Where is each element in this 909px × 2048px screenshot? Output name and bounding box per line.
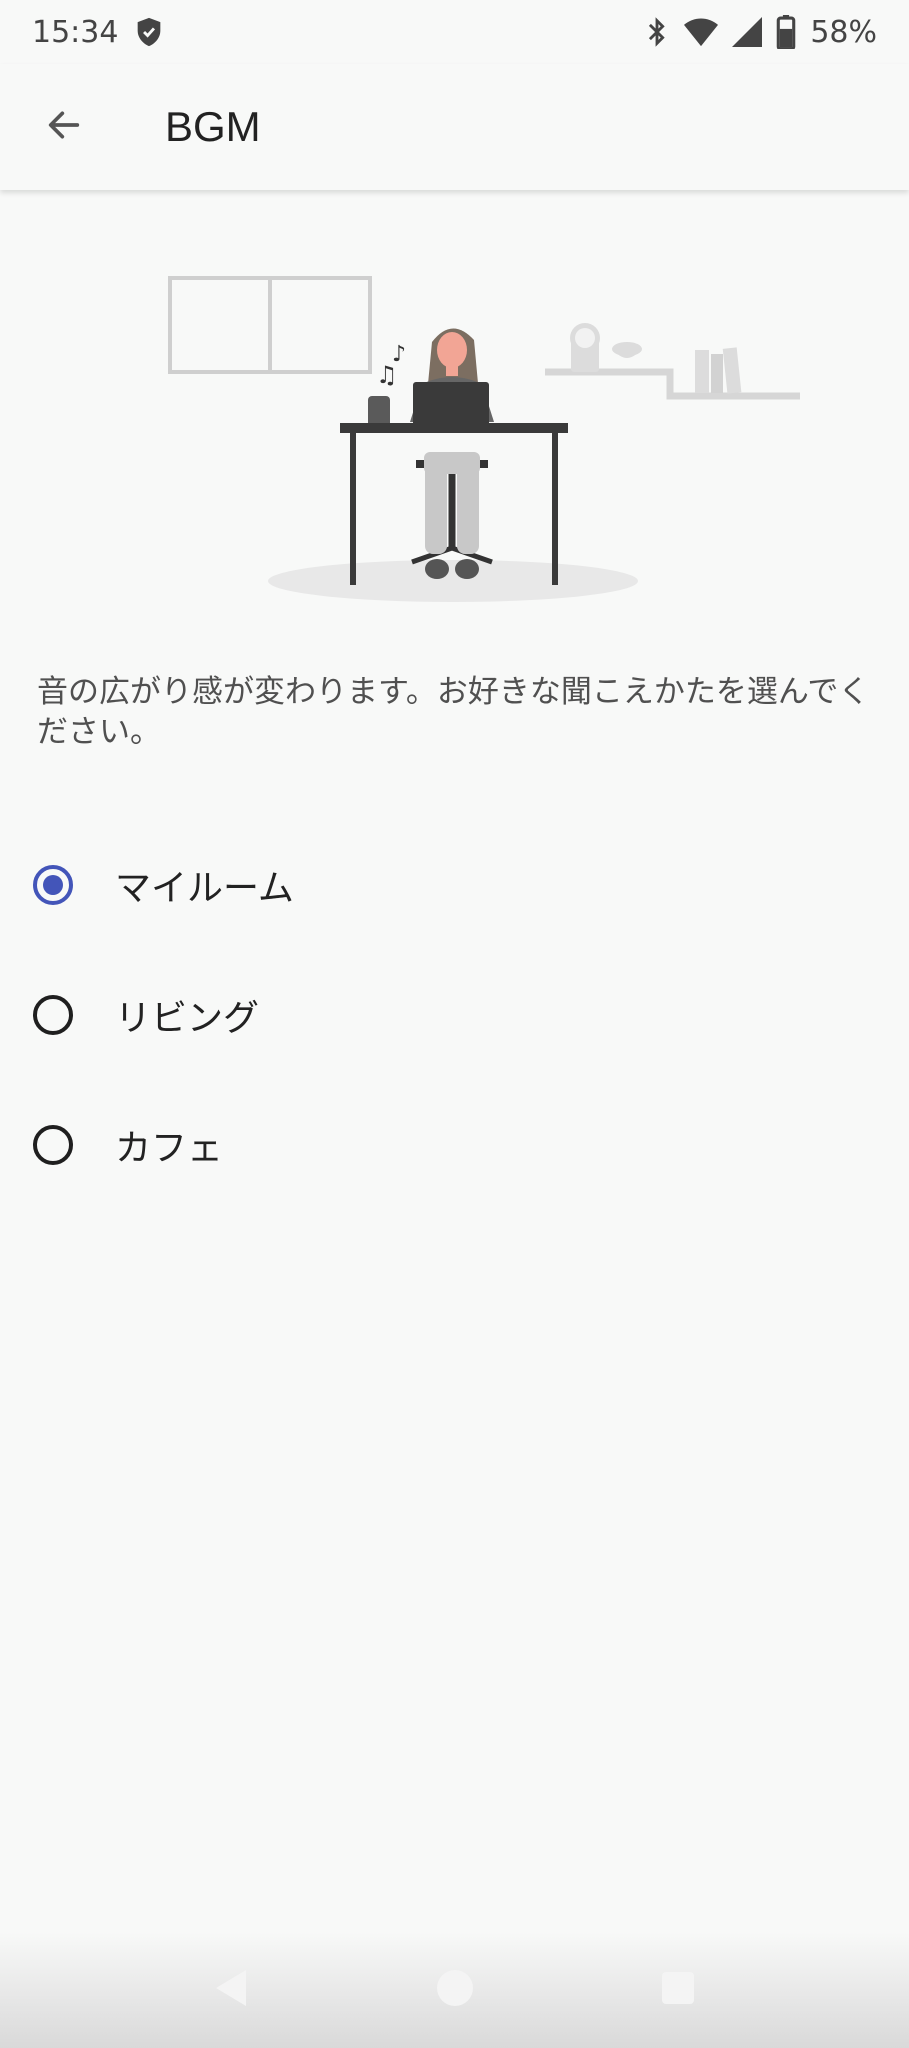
circle-home-icon — [435, 1968, 475, 2012]
option-living[interactable]: リビング — [0, 950, 909, 1080]
status-right: 58% — [644, 15, 877, 50]
status-bar: 15:34 58% — [0, 0, 909, 64]
status-left: 15:34 — [32, 15, 166, 50]
battery-icon — [776, 15, 796, 49]
back-button[interactable] — [31, 94, 97, 160]
square-recents-icon — [660, 1970, 696, 2010]
description-text: 音の広がり感が変わります。お好きな聞こえかたを選んでください。 — [37, 674, 870, 750]
shield-icon — [132, 15, 166, 49]
nav-recents-button[interactable] — [648, 1960, 708, 2020]
nav-back-button[interactable] — [202, 1960, 262, 2020]
app-bar: BGM — [0, 64, 909, 190]
page-title: BGM — [165, 103, 261, 150]
bluetooth-icon — [644, 15, 670, 49]
cell-signal-icon — [732, 17, 763, 47]
radio-button[interactable] — [33, 995, 73, 1035]
system-nav-bar — [0, 1932, 909, 2048]
illustration: ♫ ♪ — [0, 190, 909, 630]
option-cafe[interactable]: カフェ — [0, 1080, 909, 1210]
status-time: 15:34 — [32, 14, 119, 50]
triangle-back-icon — [214, 1968, 250, 2012]
option-label: カフェ — [115, 1128, 224, 1169]
bgm-options: マイルーム リビング カフェ — [0, 820, 909, 1210]
radio-button[interactable] — [33, 1125, 73, 1165]
nav-home-button[interactable] — [425, 1960, 485, 2020]
option-label: リビング — [115, 998, 260, 1039]
radio-button-checked[interactable] — [33, 865, 73, 905]
svg-text:♪: ♪ — [392, 342, 406, 367]
battery-percent: 58% — [810, 14, 877, 50]
option-label: マイルーム — [115, 868, 294, 909]
wifi-icon — [684, 17, 719, 47]
arrow-left-icon — [44, 105, 84, 149]
option-my-room[interactable]: マイルーム — [0, 820, 909, 950]
